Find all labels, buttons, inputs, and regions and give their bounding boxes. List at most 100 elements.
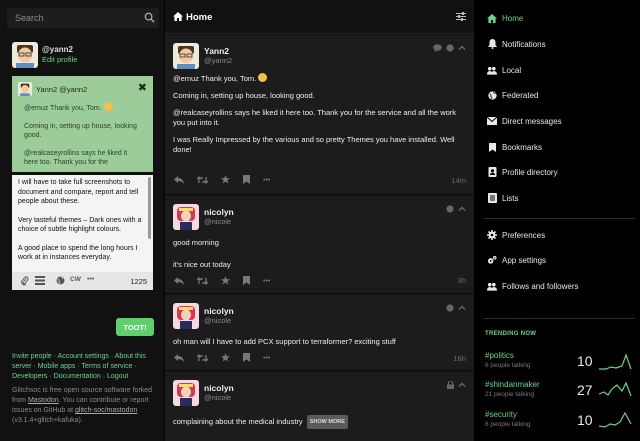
status-content: oh man will I have to add PCX support to…	[173, 337, 463, 354]
display-name[interactable]: nicolyn	[204, 207, 234, 217]
bookmark-icon[interactable]	[243, 175, 250, 186]
bookmark-icon[interactable]	[243, 353, 250, 364]
edit-profile-link[interactable]: Edit profile	[42, 55, 77, 64]
account-settings-link[interactable]: Account settings	[58, 353, 109, 360]
invite-people-link[interactable]: Invite people	[12, 353, 52, 360]
trending-tag[interactable]: #security 6 people talking 10	[485, 410, 635, 438]
nav-federated[interactable]: Federated	[487, 89, 538, 101]
trending-tag[interactable]: #shindanmaker 21 people talking 27	[485, 380, 635, 408]
status-paragraph: it's nice out today	[173, 260, 231, 269]
paperclip-icon[interactable]	[20, 276, 29, 288]
search-icon[interactable]	[144, 12, 155, 25]
status-content: complaining about the medical industry S…	[173, 415, 463, 436]
reply-icon[interactable]	[174, 175, 184, 186]
collapse-icon[interactable]	[458, 44, 466, 54]
logout-link[interactable]: Logout	[107, 373, 128, 380]
nav-home[interactable]: Home	[487, 12, 523, 24]
documentation-link[interactable]: Documentation	[54, 373, 101, 380]
status-time[interactable]: 3h	[458, 276, 466, 285]
status-card[interactable]: nicolyn @nicole complaining about the me…	[165, 372, 474, 441]
reply-text: @emuz Thank you, Tom. Coming in, setting…	[24, 102, 142, 172]
profile-handle: @yann2	[42, 45, 73, 54]
nav-local[interactable]: Local	[487, 64, 521, 76]
display-name[interactable]: Yann2	[204, 46, 229, 56]
nav-divider	[483, 318, 635, 319]
developers-link[interactable]: Developers	[12, 373, 47, 380]
status-card[interactable]: nicolyn @nicole good morning it's nice o…	[165, 196, 474, 294]
nav-lists[interactable]: Lists	[487, 192, 518, 204]
nav-direct-messages[interactable]: Direct messages	[487, 115, 562, 127]
boost-icon[interactable]	[196, 353, 209, 364]
sliders-icon[interactable]	[456, 12, 466, 23]
hashtag-link[interactable]: #politics	[485, 351, 514, 360]
status-card[interactable]: Yann2 @yann2 @emuz Thank you, Tom. Comin…	[165, 35, 474, 195]
reply-icon[interactable]	[174, 353, 184, 364]
nav-profile-directory[interactable]: Profile directory	[487, 166, 558, 178]
nav-notifications[interactable]: Notifications	[487, 38, 546, 50]
show-more-button[interactable]: SHOW MORE	[306, 415, 348, 429]
nav-label: App settings	[502, 255, 547, 265]
boost-icon[interactable]	[196, 276, 209, 287]
display-name[interactable]: nicolyn	[204, 306, 234, 316]
compose-textarea[interactable]: I will have to take full screenshots to …	[18, 178, 144, 270]
avatar[interactable]	[173, 43, 199, 69]
bookmark-icon[interactable]	[243, 276, 250, 287]
toot-button[interactable]: TOOT!	[116, 318, 154, 336]
trending-tag[interactable]: #politics 6 people talking 10	[485, 351, 635, 379]
more-options-icon[interactable]: •••	[87, 276, 94, 283]
status-paragraph: I was Really Impressed by the various an…	[173, 135, 455, 154]
column-header: Home	[165, 0, 474, 34]
hashtag-link[interactable]: #shindanmaker	[485, 380, 540, 389]
mastodon-link[interactable]: Mastodon	[28, 397, 59, 404]
status-paragraph: @realcaseyrollins says he liked it here …	[173, 108, 457, 127]
hashtag-link[interactable]: #security	[485, 410, 517, 419]
status-content: @emuz Thank you, Tom. Coming in, setting…	[173, 73, 463, 162]
users-icon	[487, 66, 497, 75]
nav-label: Profile directory	[502, 167, 558, 177]
nav-preferences[interactable]: Preferences	[487, 229, 545, 241]
status-time[interactable]: 16h	[453, 354, 466, 363]
collapse-icon[interactable]	[458, 381, 466, 391]
collapse-icon[interactable]	[458, 205, 466, 215]
compose-scrollbar[interactable]	[148, 177, 151, 239]
avatar[interactable]	[12, 42, 38, 68]
search-input[interactable]	[7, 8, 137, 28]
mobile-apps-link[interactable]: Mobile apps	[38, 363, 76, 370]
close-icon[interactable]: ✖	[138, 81, 147, 94]
status-header-icons	[446, 205, 466, 215]
account-handle: @nicole	[204, 217, 232, 226]
favourite-icon[interactable]	[221, 353, 230, 364]
more-icon[interactable]: •••	[263, 278, 270, 285]
boost-icon[interactable]	[196, 175, 209, 186]
terms-link[interactable]: Terms of service	[82, 363, 133, 370]
nav-app-settings[interactable]: App settings	[487, 254, 546, 266]
usage-count: 10	[577, 353, 593, 369]
reply-icon[interactable]	[174, 276, 184, 287]
display-name[interactable]: nicolyn	[204, 383, 234, 393]
collapse-icon[interactable]	[458, 304, 466, 314]
nav-bookmarks[interactable]: Bookmarks	[487, 141, 542, 153]
favourite-icon[interactable]	[221, 276, 230, 287]
compose-panel: @yann2 Edit profile Yann2 @yann2 ✖ @emuz…	[0, 0, 164, 441]
gear-icon	[487, 230, 497, 240]
favourite-icon[interactable]	[221, 175, 230, 186]
avatar[interactable]	[173, 204, 199, 230]
users-icon	[487, 282, 497, 291]
status-time[interactable]: 14m	[451, 176, 466, 185]
more-icon[interactable]: •••	[263, 177, 270, 184]
content-warning-text: complaining about the medical industry	[173, 416, 303, 426]
content-warning-button[interactable]: CW	[70, 276, 81, 283]
globe-icon	[446, 304, 454, 314]
more-icon[interactable]: •••	[263, 355, 270, 362]
github-link[interactable]: glitch-soc/mastodon	[75, 407, 137, 414]
avatar[interactable]	[173, 380, 199, 406]
avatar[interactable]	[173, 303, 199, 329]
poll-icon[interactable]	[35, 276, 45, 287]
home-timeline: Home Yann2 @yann2 @emuz Thank you, Tom. …	[165, 0, 474, 441]
people-talking: 6 people talking	[485, 421, 531, 428]
status-card[interactable]: nicolyn @nicole oh man will I have to ad…	[165, 295, 474, 371]
home-icon	[487, 13, 497, 23]
about-suffix: (v3.1.4+glitch+kafuka).	[12, 417, 83, 424]
globe-visibility-icon[interactable]	[56, 276, 65, 287]
nav-follows-followers[interactable]: Follows and followers	[487, 280, 578, 292]
